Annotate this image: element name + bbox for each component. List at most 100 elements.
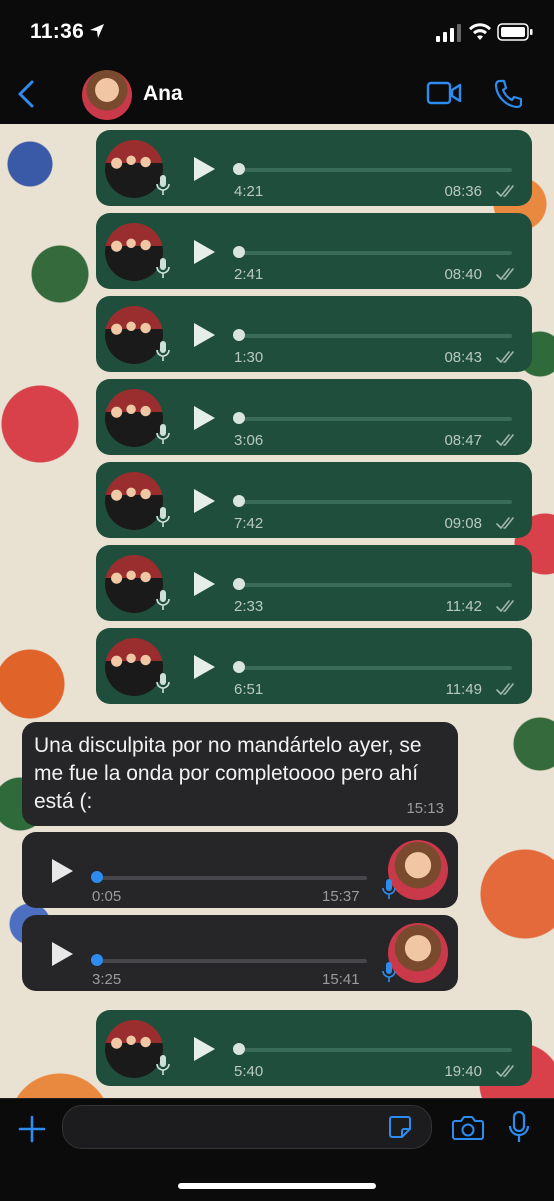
audio-duration: 2:41: [234, 266, 264, 283]
microphone-icon: [156, 257, 170, 279]
microphone-icon: [156, 174, 170, 196]
outgoing-voice-message[interactable]: 7:42 09:08: [96, 462, 532, 538]
message-time: 15:41: [322, 971, 360, 988]
sender-avatar: [105, 472, 163, 530]
audio-duration: 1:30: [234, 349, 264, 366]
play-icon[interactable]: [192, 654, 216, 680]
play-icon[interactable]: [50, 858, 74, 884]
play-icon[interactable]: [50, 941, 74, 967]
audio-scrubber[interactable]: [233, 163, 245, 175]
incoming-voice-message[interactable]: 0:05 15:37: [22, 832, 458, 908]
message-time: 11:42: [445, 598, 482, 615]
incoming-text-message[interactable]: Una disculpita por no mandártelo ayer, s…: [22, 722, 458, 826]
play-icon[interactable]: [192, 405, 216, 431]
battery-icon: [497, 23, 533, 41]
audio-progress-track[interactable]: [234, 1048, 512, 1052]
microphone-icon: [156, 589, 170, 611]
audio-progress-track[interactable]: [234, 583, 512, 587]
cellular-signal-icon: [436, 24, 462, 42]
message-time: 08:40: [444, 266, 482, 283]
message-time: 08:36: [444, 183, 482, 200]
message-time: 08:43: [444, 349, 482, 366]
audio-scrubber[interactable]: [91, 954, 103, 966]
play-icon[interactable]: [192, 488, 216, 514]
play-icon[interactable]: [192, 322, 216, 348]
audio-scrubber[interactable]: [233, 1043, 245, 1055]
read-receipt-icon: [496, 682, 518, 696]
outgoing-voice-message[interactable]: 2:41 08:40: [96, 213, 532, 289]
outgoing-voice-message[interactable]: 3:06 08:47: [96, 379, 532, 455]
play-icon[interactable]: [192, 239, 216, 265]
contact-avatar[interactable]: [82, 70, 132, 120]
message-text: Una disculpita por no mandártelo ayer, s…: [34, 734, 422, 813]
camera-icon[interactable]: [452, 1115, 484, 1141]
contact-name[interactable]: Ana: [143, 82, 183, 106]
audio-progress-track[interactable]: [234, 500, 512, 504]
plus-icon[interactable]: [18, 1115, 46, 1143]
audio-scrubber[interactable]: [233, 329, 245, 341]
play-icon[interactable]: [192, 1036, 216, 1062]
back-chevron-icon[interactable]: [14, 78, 38, 110]
microphone-icon: [382, 961, 396, 983]
microphone-icon: [382, 878, 396, 900]
location-arrow-icon: [88, 22, 106, 40]
audio-progress-track[interactable]: [234, 168, 512, 172]
audio-scrubber[interactable]: [233, 246, 245, 258]
home-indicator[interactable]: [178, 1183, 376, 1189]
read-receipt-icon: [496, 599, 518, 613]
microphone-icon: [156, 340, 170, 362]
message-time: 11:49: [445, 681, 482, 698]
phone-call-icon[interactable]: [494, 78, 522, 108]
read-receipt-icon: [496, 267, 518, 281]
audio-scrubber[interactable]: [233, 578, 245, 590]
wifi-icon: [468, 22, 492, 42]
sender-avatar: [105, 1020, 163, 1078]
outgoing-voice-message[interactable]: 4:21 08:36: [96, 130, 532, 206]
chat-header: Ana: [0, 64, 554, 125]
audio-scrubber[interactable]: [233, 412, 245, 424]
video-call-icon[interactable]: [426, 80, 462, 106]
audio-duration: 4:21: [234, 183, 264, 200]
sender-avatar: [105, 223, 163, 281]
audio-duration: 5:40: [234, 1063, 264, 1080]
outgoing-voice-message[interactable]: 5:40 19:40: [96, 1010, 532, 1086]
sender-avatar: [105, 555, 163, 613]
message-input-bar: [0, 1098, 554, 1201]
status-bar: 11:36: [0, 0, 554, 64]
microphone-icon: [156, 506, 170, 528]
read-receipt-icon: [496, 516, 518, 530]
sticker-icon[interactable]: [388, 1115, 412, 1139]
read-receipt-icon: [496, 1064, 518, 1078]
audio-scrubber[interactable]: [233, 661, 245, 673]
message-time: 15:13: [406, 800, 444, 817]
play-icon[interactable]: [192, 156, 216, 182]
audio-progress-track[interactable]: [234, 334, 512, 338]
audio-progress-track[interactable]: [92, 959, 367, 963]
incoming-voice-message[interactable]: 3:25 15:41: [22, 915, 458, 991]
read-receipt-icon: [496, 184, 518, 198]
audio-progress-track[interactable]: [234, 417, 512, 421]
audio-progress-track[interactable]: [234, 251, 512, 255]
audio-duration: 3:06: [234, 432, 264, 449]
audio-scrubber[interactable]: [91, 871, 103, 883]
chat-background: 4:21 08:36 2:41 08:40 1:30 08:43 3:06 08…: [0, 124, 554, 1098]
message-time: 09:08: [444, 515, 482, 532]
outgoing-voice-message[interactable]: 1:30 08:43: [96, 296, 532, 372]
audio-duration: 6:51: [234, 681, 264, 698]
play-icon[interactable]: [192, 571, 216, 597]
outgoing-voice-message[interactable]: 2:33 11:42: [96, 545, 532, 621]
contact-avatar: [388, 923, 448, 983]
sender-avatar: [105, 306, 163, 364]
audio-scrubber[interactable]: [233, 495, 245, 507]
microphone-icon: [156, 423, 170, 445]
audio-progress-track[interactable]: [234, 666, 512, 670]
sender-avatar: [105, 389, 163, 447]
message-input[interactable]: [62, 1105, 432, 1149]
contact-avatar: [388, 840, 448, 900]
outgoing-voice-message[interactable]: 6:51 11:49: [96, 628, 532, 704]
microphone-icon[interactable]: [508, 1111, 530, 1143]
audio-progress-track[interactable]: [92, 876, 367, 880]
message-time: 15:37: [322, 888, 360, 905]
audio-duration: 7:42: [234, 515, 264, 532]
sender-avatar: [105, 638, 163, 696]
